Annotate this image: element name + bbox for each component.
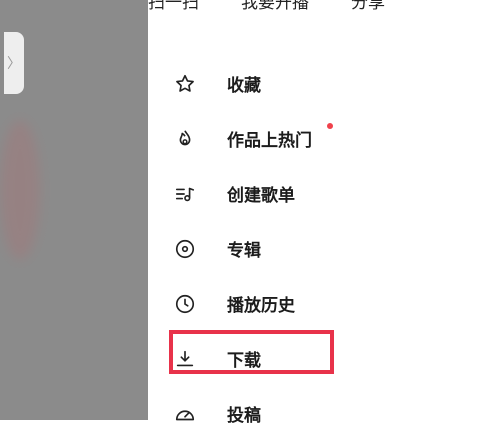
drawer-handle[interactable]: 〉: [4, 32, 24, 94]
clock-icon: [174, 293, 196, 315]
dimmed-background[interactable]: 〉: [0, 0, 148, 420]
blurred-content: [0, 120, 40, 260]
flame-icon: [174, 128, 196, 150]
share-button[interactable]: 分享: [351, 0, 385, 13]
upload-icon: [174, 403, 196, 425]
drawer-menu: 收藏 作品上热门 创建歌单 专辑 播放历史 下载 投稿: [148, 56, 486, 441]
star-icon: [174, 73, 196, 95]
menu-item-promote[interactable]: 作品上热门: [148, 111, 486, 166]
notification-badge: [327, 123, 333, 129]
menu-item-history[interactable]: 播放历史: [148, 276, 486, 331]
menu-item-submit[interactable]: 投稿: [148, 386, 486, 441]
menu-item-label: 创建歌单: [227, 186, 295, 206]
menu-item-label: 专辑: [227, 241, 261, 261]
download-highlight-box: [169, 330, 334, 374]
start-live-button[interactable]: 我要开播: [241, 0, 309, 13]
menu-item-label: 收藏: [227, 76, 261, 96]
menu-item-label: 投稿: [227, 406, 261, 426]
menu-item-create-playlist[interactable]: 创建歌单: [148, 166, 486, 221]
chevron-right-icon: 〉: [7, 56, 21, 72]
side-drawer: 扫一扫 我要开播 分享 收藏 作品上热门 创建歌单 专辑 播放历史 下载 投稿: [148, 0, 486, 426]
top-actions: 扫一扫 我要开播 分享: [148, 0, 486, 13]
menu-item-favorites[interactable]: 收藏: [148, 56, 486, 111]
menu-item-albums[interactable]: 专辑: [148, 221, 486, 276]
menu-item-label: 作品上热门: [227, 131, 312, 151]
scan-button[interactable]: 扫一扫: [148, 0, 199, 13]
disc-icon: [174, 238, 196, 260]
menu-item-label: 播放历史: [227, 296, 295, 316]
playlist-icon: [174, 183, 196, 205]
